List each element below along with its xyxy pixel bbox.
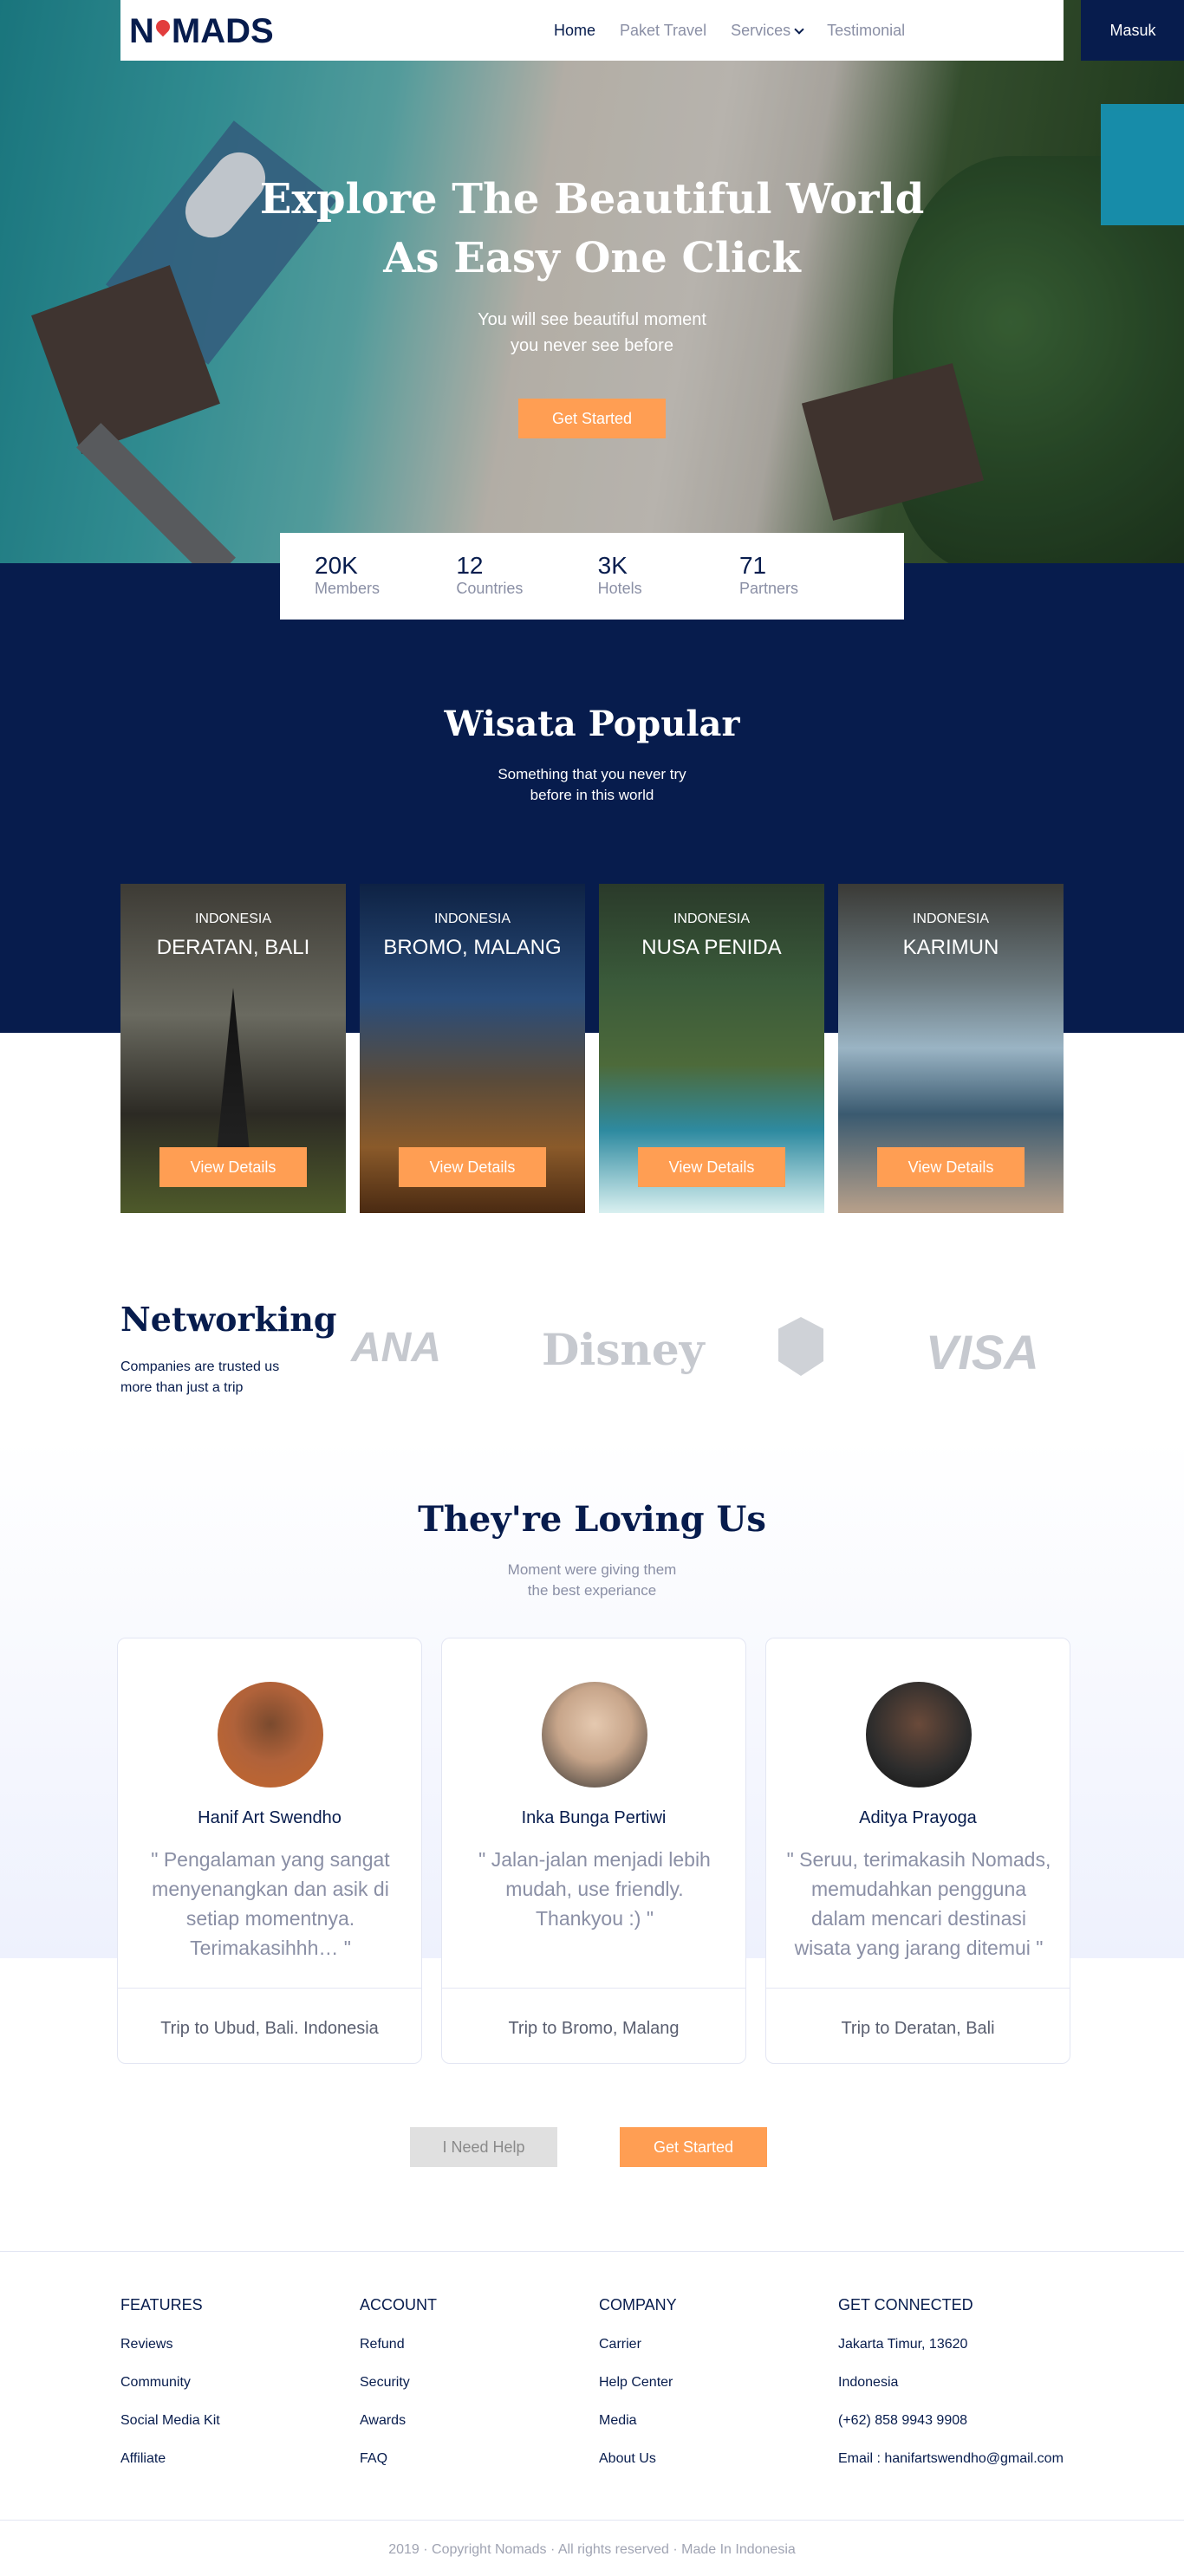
testimonial-cards: Hanif Art Swendho " Pengalaman yang sang… (117, 1638, 1070, 2064)
footer-link[interactable]: Carrier (599, 2337, 677, 2352)
testimonial-trip: Trip to Ubud, Bali. Indonesia (160, 2019, 379, 2038)
avatar (866, 1682, 972, 1788)
footer-address: Jakarta Timur, 13620 (838, 2337, 968, 2352)
popular-title: Wisata Popular (444, 704, 740, 744)
masuk-button[interactable]: Masuk (1081, 0, 1184, 61)
footer-link[interactable]: FAQ (360, 2451, 437, 2467)
navbar: N MADS Home Paket Travel Services Testimo… (120, 0, 1184, 61)
destination-cards: INDONESIA DERATAN, BALI View Details IND… (120, 884, 1064, 1213)
testimonial-title: They're Loving Us (418, 1499, 766, 1540)
stat-countries: 12 Countries (456, 552, 524, 597)
footer-divider (0, 2251, 1184, 2252)
testimonial-name: Hanif Art Swendho (198, 1808, 342, 1827)
footer-link[interactable]: Social Media Kit (120, 2413, 220, 2429)
footer-country: Indonesia (838, 2375, 899, 2390)
view-details-button[interactable]: View Details (399, 1147, 546, 1187)
footer-link[interactable]: Affiliate (120, 2451, 220, 2467)
footer-link[interactable]: Reviews (120, 2337, 220, 2352)
nav-testimonial[interactable]: Testimonial (827, 22, 905, 40)
testimonial-trip: Trip to Bromo, Malang (508, 2019, 680, 2038)
footer-account: ACCOUNT Refund Security Awards FAQ (360, 2296, 437, 2467)
hero-section: N MADS Home Paket Travel Services Testimo… (0, 0, 1184, 563)
footer-link[interactable]: Help Center (599, 2375, 677, 2391)
destination-card-deratan[interactable]: INDONESIA DERATAN, BALI View Details (120, 884, 346, 1213)
testimonial-quote: " Pengalaman yang sangat menyenangkan da… (151, 1848, 390, 1959)
testimonial-name: Aditya Prayoga (859, 1808, 977, 1827)
footer-company: COMPANY Carrier Help Center Media About … (599, 2296, 677, 2467)
stat-partners: 71 Partners (738, 552, 799, 597)
hero-title: Explore The Beautiful World As Easy One … (259, 175, 925, 282)
testimonial-quote: " Seruu, terimakasih Nomads, memudahkan … (786, 1848, 1051, 1959)
footer-link[interactable]: Awards (360, 2413, 437, 2429)
footer-link[interactable]: About Us (599, 2451, 677, 2467)
view-details-button[interactable]: View Details (877, 1147, 1025, 1187)
hero-get-started-button[interactable]: Get Started (518, 399, 666, 438)
footer-phone[interactable]: (+62) 858 9943 9908 (838, 2413, 1064, 2429)
avatar (542, 1682, 647, 1788)
map-pin-icon (153, 16, 173, 37)
footer-link[interactable]: Media (599, 2413, 677, 2429)
footer-email[interactable]: Email : hanifartswendho@gmail.com (838, 2451, 1064, 2467)
testimonial-quote: " Jalan-jalan menjadi lebih mudah, use f… (478, 1848, 711, 1930)
nav-home[interactable]: Home (554, 22, 595, 40)
view-details-button[interactable]: View Details (159, 1147, 307, 1187)
testimonial-card: Hanif Art Swendho " Pengalaman yang sang… (117, 1638, 422, 2064)
visa-logo: VISA (926, 1325, 1039, 1379)
stat-members: 20K Members (315, 552, 381, 597)
nav-paket-travel[interactable]: Paket Travel (620, 22, 706, 40)
footer-features: FEATURES Reviews Community Social Media … (120, 2296, 220, 2467)
footer-divider (0, 2520, 1184, 2521)
chevron-down-icon (794, 23, 804, 35)
get-started-button[interactable]: Get Started (620, 2127, 767, 2167)
networking-title: Networking (120, 1300, 337, 1339)
stats-bar: 20K Members 12 Countries 3K Hotels 71 Partne… (280, 533, 904, 620)
footer-link[interactable]: Refund (360, 2337, 437, 2352)
footer-link[interactable]: Security (360, 2375, 437, 2391)
stat-hotels: 3K Hotels (597, 552, 642, 597)
nav-services[interactable]: Services (731, 22, 804, 40)
popular-subtitle: Something that you never try before in t… (498, 766, 686, 803)
avatar (218, 1682, 323, 1788)
destination-card-bromo[interactable]: INDONESIA BROMO, MALANG View Details (360, 884, 585, 1213)
ana-logo: ANA (351, 1325, 441, 1371)
footer-connected: GET CONNECTED Jakarta Timur, 13620 Indon… (838, 2296, 1064, 2467)
shield-logo-icon (778, 1317, 823, 1376)
footer-link[interactable]: Community (120, 2375, 220, 2391)
testimonial-card: Aditya Prayoga " Seruu, terimakasih Noma… (765, 1638, 1070, 2064)
testimonial-subtitle: Moment were giving them the best experia… (507, 1561, 677, 1599)
destination-card-karimun[interactable]: INDONESIA KARIMUN View Details (838, 884, 1064, 1213)
networking-subtitle: Companies are trusted us more than just … (120, 1359, 280, 1395)
testimonial-name: Inka Bunga Pertiwi (521, 1808, 667, 1827)
disney-logo: Disney (542, 1324, 705, 1375)
logo[interactable]: N MADS (129, 12, 274, 51)
view-details-button[interactable]: View Details (638, 1147, 785, 1187)
hero-subtitle: You will see beautiful moment you never … (478, 310, 706, 355)
need-help-button[interactable]: I Need Help (410, 2127, 557, 2167)
destination-card-nusa-penida[interactable]: INDONESIA NUSA PENIDA View Details (599, 884, 824, 1213)
testimonial-card: Inka Bunga Pertiwi " Jalan-jalan menjadi… (441, 1638, 746, 2064)
copyright: 2019 · Copyright Nomads · All rights res… (388, 2542, 796, 2557)
testimonial-trip: Trip to Deratan, Bali (841, 2019, 995, 2038)
nav-links: Home Paket Travel Services Testimonial (554, 0, 905, 61)
